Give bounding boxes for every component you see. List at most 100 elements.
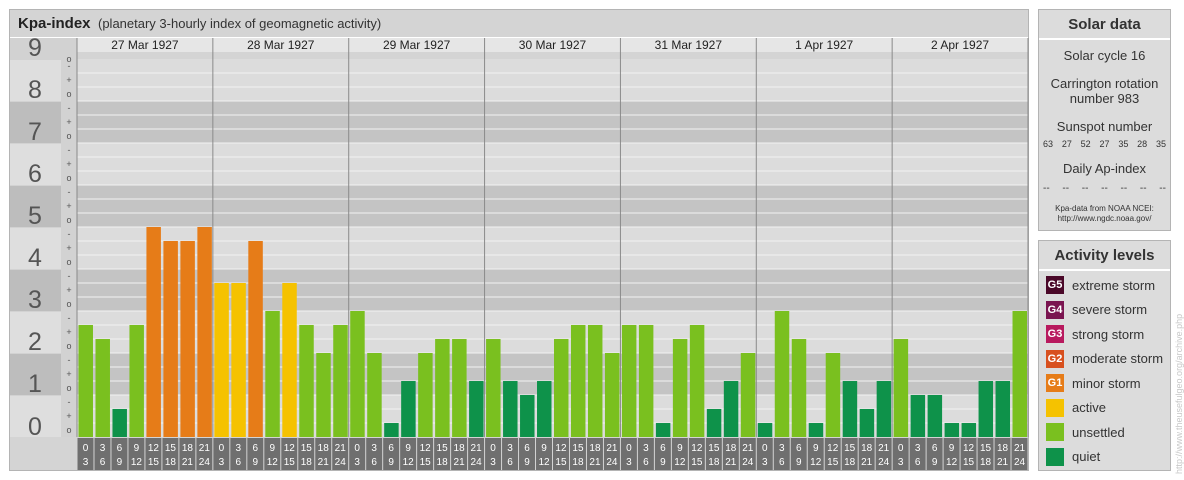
y-subtick-label: o [66,131,71,141]
interval-end-label: 24 [199,457,211,468]
kp-bar [78,324,93,437]
kp-bar [638,324,654,437]
kp-bar [655,423,671,437]
interval-start-label: 12 [827,443,839,454]
interval-end-label: 21 [318,457,330,468]
y-tick-label: 0 [28,413,42,441]
legend-item: G5 extreme storm [1046,275,1155,295]
kp-bar [265,311,280,437]
interval-start-label: 6 [388,443,394,454]
ap-value: -- [1159,183,1166,194]
kpa-bar-chart: 0123456789o+-o+-o+-o+-o+-o+-o+-o+-o+-o27… [10,34,1029,470]
kp-bar [995,381,1011,437]
legend-item: quiet [1046,447,1100,467]
sunspot-value: 35 [1118,139,1129,149]
interval-end-label: 21 [997,457,1009,468]
interval-end-label: 18 [301,457,313,468]
kp-bar [978,381,994,437]
legend-label: unsettled [1072,424,1125,440]
y-subtick-label: o [66,54,71,64]
kp-bar [570,324,586,437]
interval-start-label: 6 [796,443,802,454]
kp-bar [299,324,314,437]
kp-bar [537,381,552,437]
plot-band [77,59,1028,101]
ap-index-values: -- -- -- -- -- -- -- [1039,183,1170,194]
kp-bar [1012,311,1027,437]
kp-bar [163,240,178,437]
kp-bar [825,353,841,437]
activity-levels-heading: Activity levels [1039,241,1170,271]
interval-end-label: 21 [182,457,194,468]
interval-start-label: 18 [589,443,601,454]
kp-bar [435,339,450,437]
interval-start-label: 6 [253,443,259,454]
carrington-rotation: Carrington rotation number 983 [1039,76,1170,106]
interval-end-label: 3 [490,457,496,468]
y-subtick-label: - [68,103,71,113]
kp-bar [452,339,467,437]
interval-start-label: 9 [134,443,140,454]
legend-swatch: G1 [1046,374,1064,392]
interval-start-label: 9 [270,443,276,454]
interval-start-label: 21 [199,443,211,454]
sunspot-value: 27 [1061,139,1072,149]
interval-end-label: 15 [148,457,160,468]
interval-start-label: 3 [915,443,921,454]
kp-bar [214,282,229,437]
sunspot-values: 63 27 52 27 35 28 35 [1039,139,1170,149]
sunspot-value: 27 [1099,139,1110,149]
credit-url: http://www.theusefulgeo.org/archive.php [1174,313,1184,474]
kp-bar [146,227,161,437]
sunspot-value: 35 [1155,139,1166,149]
y-subtick-label: o [66,257,71,267]
interval-start-label: 9 [677,443,683,454]
kp-bar [859,408,875,437]
interval-start-label: 15 [572,443,584,454]
kp-bar [333,324,348,437]
interval-end-label: 12 [403,457,415,468]
y-subtick-label: - [68,397,71,407]
interval-start-label: 9 [813,443,819,454]
interval-end-label: 9 [660,457,666,468]
plot-band [77,143,1028,185]
date-label: 2 Apr 1927 [931,38,989,52]
interval-end-label: 9 [796,457,802,468]
interval-end-label: 15 [827,457,839,468]
kp-bar [418,353,433,437]
kp-bar [689,324,705,437]
kp-bar [944,423,960,437]
date-label: 31 Mar 1927 [655,38,723,52]
interval-end-label: 3 [354,457,360,468]
date-label: 27 Mar 1927 [111,38,179,52]
kp-bar [350,311,365,437]
interval-start-label: 3 [507,443,513,454]
ap-value: -- [1139,183,1147,194]
y-subtick-label: - [68,271,71,281]
kp-bar [876,381,892,437]
interval-end-label: 9 [524,457,530,468]
legend-label: quiet [1072,449,1101,464]
legend-swatch [1046,398,1064,417]
interval-start-label: 18 [861,443,873,454]
interval-end-label: 3 [219,457,225,468]
y-subtick-label: o [66,341,71,351]
interval-start-label: 12 [284,443,296,454]
y-subtick-label: o [66,299,71,309]
interval-start-label: 9 [541,443,547,454]
kp-bar [469,381,484,437]
legend-item: unsettled [1046,422,1125,442]
legend-item: G1 minor storm [1046,373,1141,393]
kp-bar [401,381,416,437]
interval-start-label: 9 [405,443,411,454]
y-tick-label: 8 [28,76,42,104]
legend-item: G4 severe storm [1046,300,1147,320]
interval-end-label: 9 [932,457,938,468]
interval-end-label: 6 [507,457,513,468]
y-tick-label: 5 [28,202,42,230]
axis-corner [10,438,77,470]
interval-start-label: 21 [742,443,754,454]
kp-bar [723,381,739,437]
kp-bar [604,353,620,437]
legend-label: extreme storm [1072,277,1156,293]
